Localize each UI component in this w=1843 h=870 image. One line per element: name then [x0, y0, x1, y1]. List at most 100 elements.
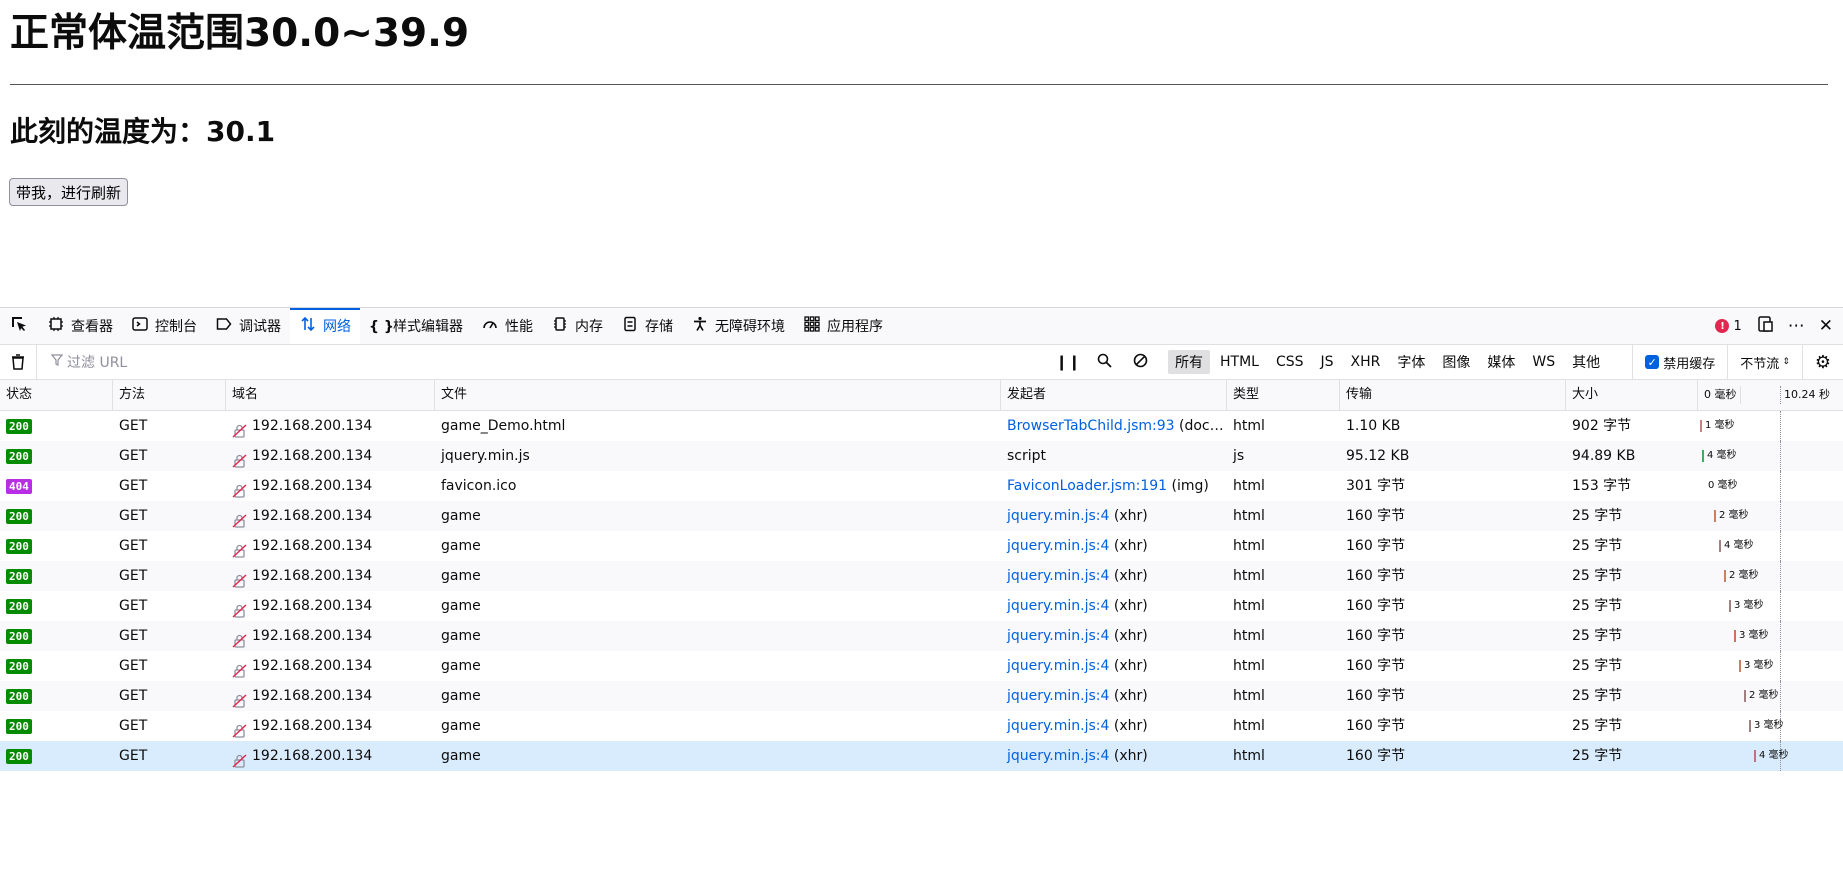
- devtools-panel: 查看器 控制台 调试器 网络 { } 样式编辑器 性能 内存 存储 无障碍环境 应用程序 ! 1 ⋯…: [0, 307, 1843, 870]
- tab-inspector[interactable]: 查看器: [38, 308, 122, 344]
- filter-type-button[interactable]: 字体: [1390, 350, 1432, 374]
- initiator-detail: (xhr): [1109, 748, 1148, 764]
- table-row[interactable]: 200 GET 192.168.200.134 game jquery.min.js:4…: [0, 621, 1843, 651]
- clear-requests-button[interactable]: [0, 345, 37, 379]
- initiator-link[interactable]: jquery.min.js:4: [1007, 568, 1109, 584]
- throttle-select[interactable]: 不节流 ⇕: [1727, 345, 1802, 379]
- table-row[interactable]: 200 GET 192.168.200.134 game_Demo.html Brows…: [0, 411, 1843, 441]
- filter-type-button[interactable]: CSS: [1269, 352, 1311, 372]
- table-row[interactable]: 200 GET 192.168.200.134 game jquery.min.js:4…: [0, 651, 1843, 681]
- column-waterfall[interactable]: 0 毫秒 10.24 秒: [1698, 380, 1843, 410]
- waterfall-bar: [1729, 600, 1731, 612]
- request-type-filters: 所有 HTML CSS JS XHR 字体 图像 媒体 WS 其他: [1168, 350, 1610, 374]
- element-picker-button[interactable]: [0, 308, 38, 344]
- more-options-icon[interactable]: ⋯: [1788, 316, 1805, 336]
- domain-cell: 192.168.200.134: [226, 501, 435, 531]
- filter-type-button[interactable]: 其他: [1565, 350, 1607, 374]
- filter-type-button[interactable]: XHR: [1344, 352, 1388, 372]
- status-cell: 200: [0, 591, 113, 621]
- filter-type-button[interactable]: HTML: [1213, 352, 1266, 372]
- filter-type-button[interactable]: WS: [1525, 352, 1562, 372]
- initiator-link[interactable]: BrowserTabChild.jsm:93: [1007, 418, 1175, 434]
- tab-application[interactable]: 应用程序: [794, 308, 892, 344]
- initiator-link[interactable]: jquery.min.js:4: [1007, 538, 1109, 554]
- tab-performance[interactable]: 性能: [472, 308, 542, 344]
- table-row[interactable]: 200 GET 192.168.200.134 game jquery.min.js:4…: [0, 711, 1843, 741]
- status-badge: 200: [6, 568, 32, 584]
- filter-type-button[interactable]: 媒体: [1480, 350, 1522, 374]
- responsive-design-icon[interactable]: [1756, 315, 1774, 338]
- table-row[interactable]: 200 GET 192.168.200.134 game jquery.min.js:4…: [0, 531, 1843, 561]
- application-icon: [803, 316, 821, 336]
- domain-text: 192.168.200.134: [252, 628, 373, 644]
- initiator-detail: (xhr): [1109, 688, 1148, 704]
- column-file[interactable]: 文件: [435, 380, 1001, 410]
- refresh-button[interactable]: 带我，进行刷新: [9, 178, 129, 206]
- initiator-link[interactable]: jquery.min.js:4: [1007, 718, 1109, 734]
- waterfall-bar: [1714, 510, 1716, 522]
- tab-label: 应用程序: [827, 319, 883, 335]
- tab-style-editor[interactable]: { } 样式编辑器: [360, 308, 472, 344]
- search-icon[interactable]: [1086, 353, 1122, 372]
- status-cell: 200: [0, 651, 113, 681]
- column-type[interactable]: 类型: [1227, 380, 1340, 410]
- table-row[interactable]: 200 GET 192.168.200.134 game jquery.min.js:4…: [0, 741, 1843, 771]
- filter-type-button[interactable]: 所有: [1168, 350, 1210, 374]
- column-status[interactable]: 状态: [0, 380, 113, 410]
- initiator-link[interactable]: jquery.min.js:4: [1007, 688, 1109, 704]
- network-settings-button[interactable]: ⚙: [1801, 345, 1843, 379]
- filter-placeholder: 过滤 URL: [67, 355, 128, 371]
- initiator-link[interactable]: FaviconLoader.jsm:191: [1007, 478, 1167, 494]
- error-count-badge[interactable]: ! 1: [1715, 318, 1742, 334]
- initiator-link[interactable]: jquery.min.js:4: [1007, 658, 1109, 674]
- filter-type-button[interactable]: 图像: [1435, 350, 1477, 374]
- table-row[interactable]: 200 GET 192.168.200.134 game jquery.min.js:4…: [0, 561, 1843, 591]
- tab-network[interactable]: 网络: [290, 308, 360, 344]
- type-cell: html: [1233, 658, 1265, 674]
- table-row[interactable]: 404 GET 192.168.200.134 favicon.ico FaviconL…: [0, 471, 1843, 501]
- tab-debugger[interactable]: 调试器: [206, 308, 290, 344]
- waterfall-timing: 1 毫秒: [1705, 420, 1735, 431]
- tab-label: 查看器: [71, 319, 113, 335]
- column-transferred[interactable]: 传输: [1340, 380, 1566, 410]
- page-content: 正常体温范围30.0~39.9 此刻的温度为：30.1 带我，进行刷新: [0, 0, 1843, 307]
- tab-storage[interactable]: 存储: [612, 308, 682, 344]
- initiator-link[interactable]: jquery.min.js:4: [1007, 628, 1109, 644]
- initiator-link[interactable]: jquery.min.js:4: [1007, 598, 1109, 614]
- pause-icon[interactable]: ❙❙: [1050, 353, 1086, 371]
- block-icon[interactable]: [1122, 353, 1158, 372]
- table-row[interactable]: 200 GET 192.168.200.134 game jquery.min.js:4…: [0, 501, 1843, 531]
- close-icon[interactable]: ✕: [1819, 316, 1833, 336]
- table-row[interactable]: 200 GET 192.168.200.134 game jquery.min.js:4…: [0, 681, 1843, 711]
- file-cell: game: [441, 628, 481, 644]
- tab-memory[interactable]: 内存: [542, 308, 612, 344]
- table-row[interactable]: 200 GET 192.168.200.134 jquery.min.js script…: [0, 441, 1843, 471]
- disable-cache-checkbox[interactable]: ✓ 禁用缓存: [1632, 345, 1727, 379]
- filter-type-button[interactable]: JS: [1314, 352, 1341, 372]
- method-cell: GET: [119, 658, 148, 674]
- domain-cell: 192.168.200.134: [226, 471, 435, 501]
- method-cell: GET: [119, 718, 148, 734]
- column-initiator[interactable]: 发起者: [1001, 380, 1227, 410]
- filter-url-input[interactable]: 过滤 URL: [37, 352, 1041, 372]
- initiator-detail: (img): [1167, 478, 1209, 494]
- column-domain[interactable]: 域名: [226, 380, 435, 410]
- domain-text: 192.168.200.134: [252, 508, 373, 524]
- file-cell: game: [441, 538, 481, 554]
- error-count: 1: [1733, 318, 1742, 334]
- tab-console[interactable]: 控制台: [122, 308, 206, 344]
- initiator-link[interactable]: jquery.min.js:4: [1007, 508, 1109, 524]
- network-icon: [299, 316, 317, 336]
- devtools-toolbar: 查看器 控制台 调试器 网络 { } 样式编辑器 性能 内存 存储 无障碍环境 应用程序 ! 1 ⋯…: [0, 308, 1843, 345]
- initiator-link[interactable]: jquery.min.js:4: [1007, 748, 1109, 764]
- table-row[interactable]: 200 GET 192.168.200.134 game jquery.min.js:4…: [0, 591, 1843, 621]
- waterfall-bar: [1749, 720, 1751, 732]
- size-cell: 25 字节: [1572, 748, 1623, 764]
- column-method[interactable]: 方法: [113, 380, 226, 410]
- column-size[interactable]: 大小: [1566, 380, 1698, 410]
- file-cell: game: [441, 718, 481, 734]
- tab-accessibility[interactable]: 无障碍环境: [682, 308, 794, 344]
- waterfall-timing: 4 毫秒: [1724, 540, 1754, 551]
- domain-cell: 192.168.200.134: [226, 741, 435, 771]
- file-cell: game: [441, 508, 481, 524]
